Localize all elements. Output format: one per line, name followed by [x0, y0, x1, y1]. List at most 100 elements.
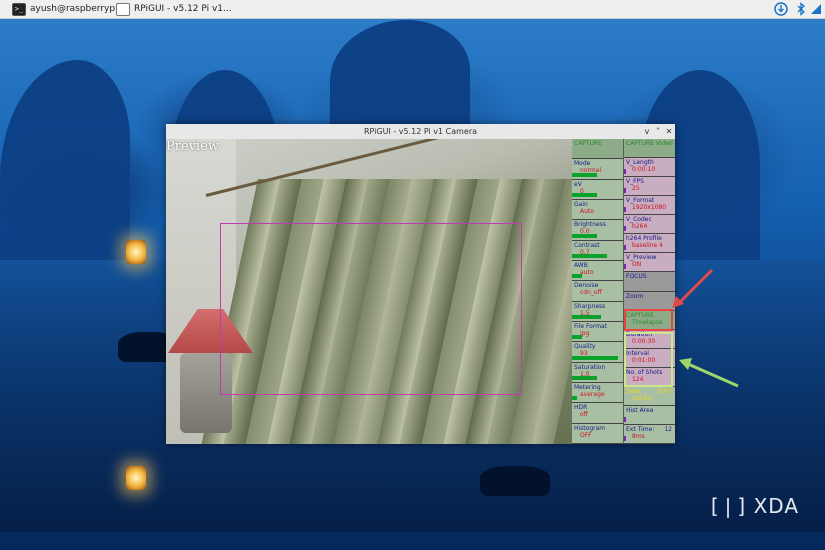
- control-slider[interactable]: [572, 274, 582, 279]
- control-panel: CAPTURE Mode normal eV 0 Gain Auto Brightness 0.…: [572, 139, 675, 444]
- control-slider[interactable]: [624, 207, 626, 213]
- control-label: CAPTURE: [574, 140, 602, 147]
- control-value: 0:00:10: [632, 166, 656, 174]
- preview-label: Preview: [166, 139, 219, 154]
- control-label: Mode: [574, 160, 591, 168]
- control-value: off: [580, 411, 588, 419]
- control-v-length[interactable]: V_Length 0:00:10: [624, 158, 675, 178]
- lantern-icon: [126, 240, 146, 264]
- control-v-fps[interactable]: V_FPS 25: [624, 177, 675, 197]
- xda-brand: XDA: [753, 494, 799, 518]
- control-label: AWB: [574, 262, 588, 269]
- control-slider[interactable]: [624, 188, 626, 194]
- control-capture-video[interactable]: CAPTURE Video: [624, 139, 675, 159]
- control-v-codec[interactable]: V_Codec h264: [624, 215, 675, 235]
- control-awb[interactable]: AWB auto: [572, 261, 623, 282]
- control-metering[interactable]: Metering average: [572, 383, 623, 404]
- control-extra: 12: [664, 425, 672, 433]
- control-value: 1920x1080: [632, 204, 667, 212]
- control-label: V_Preview: [626, 254, 657, 262]
- maximize-button[interactable]: ˄: [653, 124, 663, 139]
- control-value: 25: [632, 185, 640, 193]
- control-value: OFF: [580, 431, 592, 439]
- left-control-column: CAPTURE Mode normal eV 0 Gain Auto Brightness 0.…: [572, 139, 623, 444]
- control-label: V_FPS: [626, 178, 644, 186]
- control-ev[interactable]: eV 0: [572, 179, 623, 200]
- window-title: RPiGUI - v5.12 Pi v1 Camera: [363, 127, 478, 136]
- control-slider[interactable]: [624, 264, 626, 270]
- close-button[interactable]: ✕: [664, 124, 674, 139]
- control-value: h264: [632, 223, 648, 231]
- control-label: V_Length: [626, 159, 654, 167]
- control-slider[interactable]: [624, 416, 626, 422]
- control-histogram[interactable]: Histogram OFF: [572, 423, 623, 444]
- timelapse-highlight-red: [624, 309, 673, 331]
- control-slider[interactable]: [624, 169, 626, 175]
- control-capture[interactable]: CAPTURE: [572, 139, 623, 160]
- control-sharpness[interactable]: Sharpness 1.5: [572, 301, 623, 322]
- xda-logo-icon: [❘]: [710, 494, 747, 518]
- control-label: Saturation: [574, 363, 606, 371]
- control-label: eV: [574, 180, 582, 188]
- taskbar-terminal-item[interactable]: >_ ayush@raspberrypi: ~: [12, 1, 131, 17]
- control-label: HDR: [574, 404, 588, 412]
- minimize-button[interactable]: v: [642, 124, 652, 139]
- focus-region-box[interactable]: [220, 223, 522, 395]
- control-slider[interactable]: [572, 396, 577, 401]
- control-label: Histogram: [574, 424, 606, 432]
- boat-silhouette: [480, 466, 550, 496]
- control-value: cdn_off: [580, 289, 602, 297]
- control-save[interactable]: Save EXIT Config: [624, 386, 675, 406]
- control-hdr[interactable]: HDR off: [572, 403, 623, 424]
- control-label: Quality: [574, 343, 596, 351]
- control-value: baseline 4: [632, 242, 663, 250]
- control-file-format[interactable]: File Format jpg: [572, 322, 623, 343]
- taskbar-rpigui-item[interactable]: RPiGUI - v5.12 Pi v1...: [116, 1, 232, 17]
- control-slider[interactable]: [624, 436, 626, 441]
- network-icon[interactable]: [809, 2, 823, 16]
- control-mode[interactable]: Mode normal: [572, 159, 623, 180]
- control-denoise[interactable]: Denoise cdn_off: [572, 281, 623, 302]
- control-ext-time-[interactable]: Ext Time: 12 8ms: [624, 424, 675, 444]
- control-label: h264 Profile: [626, 235, 662, 243]
- control-value: 8ms: [632, 432, 645, 440]
- control-label: V_Codec: [626, 216, 652, 224]
- control-v-format[interactable]: V_Format 1920x1080: [624, 196, 675, 216]
- green-arrow-icon: [679, 358, 739, 388]
- rpigui-window: RPiGUI - v5.12 Pi v1 Camera v ˄ ✕ Previe…: [166, 124, 675, 444]
- control-hist-area[interactable]: Hist Area: [624, 405, 675, 425]
- control-label: Contrast: [574, 241, 600, 249]
- window-icon: [116, 2, 130, 16]
- red-arrow-icon: [672, 268, 714, 308]
- control-value: Auto: [580, 208, 594, 215]
- control-slider[interactable]: [572, 172, 597, 177]
- camera-preview[interactable]: Preview: [166, 139, 572, 444]
- control-slider[interactable]: [572, 314, 601, 319]
- update-icon[interactable]: [774, 2, 788, 16]
- control-label: Denoise: [574, 282, 599, 290]
- lantern-reflection-icon: [126, 466, 146, 490]
- control-slider[interactable]: [572, 375, 597, 380]
- control-value: average: [580, 391, 605, 398]
- taskbar: >_ ayush@raspberrypi: ~ RPiGUI - v5.12 P…: [0, 0, 825, 19]
- control-saturation[interactable]: Saturation 1.0: [572, 362, 623, 383]
- control-label: Brightness: [574, 221, 606, 229]
- control-slider[interactable]: [624, 226, 626, 232]
- control-gain[interactable]: Gain Auto: [572, 200, 623, 221]
- control-label: Metering: [574, 384, 601, 391]
- control-slider[interactable]: [572, 355, 618, 360]
- control-slider[interactable]: [624, 245, 626, 251]
- control-slider[interactable]: [572, 253, 607, 258]
- control-quality[interactable]: Quality 93: [572, 342, 623, 363]
- control-contrast[interactable]: Contrast 0.7: [572, 240, 623, 261]
- bluetooth-icon[interactable]: [794, 2, 808, 16]
- control-label: Sharpness: [574, 302, 606, 310]
- control-slider[interactable]: [572, 335, 582, 340]
- control-slider[interactable]: [572, 192, 597, 197]
- control-h264-profile[interactable]: h264 Profile baseline 4: [624, 234, 675, 254]
- control-label: Gain: [574, 201, 588, 208]
- control-brightness[interactable]: Brightness 0.0: [572, 220, 623, 241]
- control-slider[interactable]: [572, 233, 597, 238]
- window-titlebar[interactable]: RPiGUI - v5.12 Pi v1 Camera v ˄ ✕: [166, 124, 675, 139]
- control-label: Hist Area: [626, 406, 654, 414]
